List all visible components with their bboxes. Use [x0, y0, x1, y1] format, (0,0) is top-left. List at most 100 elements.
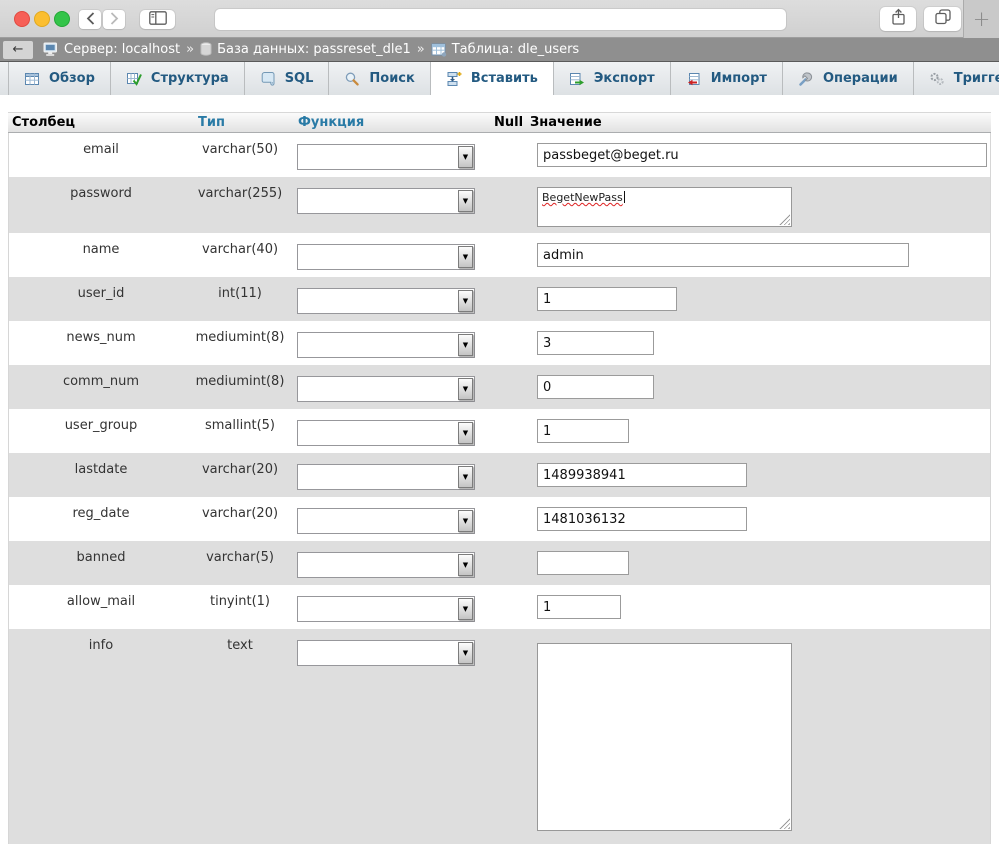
function-select-reg_date[interactable]: ▼	[297, 508, 475, 534]
browser-forward-button[interactable]	[103, 10, 125, 29]
field-type-banned: varchar(5)	[206, 550, 274, 565]
header-function[interactable]: Функция	[292, 115, 492, 130]
tab-browse[interactable]: Обзор	[8, 62, 111, 95]
function-select-info[interactable]: ▼	[297, 640, 475, 666]
server-icon	[43, 42, 59, 57]
null-cell	[493, 277, 531, 321]
value-input-user_group[interactable]	[537, 419, 629, 443]
breadcrumb-server-label: Сервер: localhost	[64, 42, 181, 57]
function-select-news_num[interactable]: ▼	[297, 332, 475, 358]
minimize-window-button[interactable]	[34, 11, 50, 27]
tab-label: Вставить	[470, 71, 538, 86]
function-select-banned[interactable]: ▼	[297, 552, 475, 578]
value-input-news_num[interactable]	[537, 331, 654, 355]
breadcrumb-database-label: База данных: passreset_dle1	[217, 42, 411, 57]
breadcrumb-back-button[interactable]: ←	[3, 40, 33, 59]
search-icon	[344, 71, 360, 87]
field-type-news_num: mediumint(8)	[195, 330, 285, 345]
breadcrumb-server[interactable]: Сервер: localhost	[43, 42, 180, 57]
table-icon	[431, 43, 447, 57]
tab-search[interactable]: Поиск	[329, 62, 431, 95]
null-cell	[493, 541, 531, 585]
select-arrow-icon: ▼	[458, 554, 473, 576]
field-type-lastdate: varchar(20)	[201, 462, 279, 477]
function-select-email[interactable]: ▼	[297, 144, 475, 170]
value-input-reg_date[interactable]	[537, 507, 747, 531]
header-value: Значение	[530, 115, 602, 130]
field-row-info: info text ▼	[9, 629, 990, 844]
field-row-comm_num: comm_num mediumint(8) ▼	[9, 365, 990, 409]
breadcrumb-database[interactable]: База данных: passreset_dle1	[200, 42, 411, 57]
function-select-password[interactable]: ▼	[297, 188, 475, 214]
value-input-comm_num[interactable]	[537, 375, 654, 399]
structure-icon	[126, 71, 142, 87]
field-type-name: varchar(40)	[201, 242, 279, 257]
field-row-user_id: user_id int(11) ▼	[9, 277, 990, 321]
value-textarea-info[interactable]	[537, 643, 792, 831]
function-select-allow_mail[interactable]: ▼	[297, 596, 475, 622]
field-row-news_num: news_num mediumint(8) ▼	[9, 321, 990, 365]
tab-operations[interactable]: Операции	[783, 62, 914, 95]
value-input-email[interactable]	[537, 143, 987, 167]
tab-triggers[interactable]: Триггеры	[914, 62, 999, 95]
value-input-user_id[interactable]	[537, 287, 677, 311]
new-tab-button[interactable]: +	[963, 0, 999, 38]
field-name-user_id: user_id	[77, 286, 125, 301]
select-arrow-icon: ▼	[458, 334, 473, 356]
breadcrumb-table[interactable]: Таблица: dle_users	[431, 42, 580, 57]
value-input-lastdate[interactable]	[537, 463, 747, 487]
field-name-reg_date: reg_date	[72, 506, 130, 521]
browser-back-button[interactable]	[79, 10, 101, 29]
field-row-email: email varchar(50) ▼	[9, 133, 990, 177]
tab-label: Операции	[822, 71, 898, 86]
address-bar[interactable]	[215, 9, 786, 30]
select-arrow-icon: ▼	[458, 510, 473, 532]
breadcrumb-separator: »	[416, 42, 425, 57]
select-arrow-icon: ▼	[458, 422, 473, 444]
triggers-icon	[929, 71, 945, 87]
close-window-button[interactable]	[14, 11, 30, 27]
tab-insert[interactable]: Вставить	[430, 62, 554, 95]
select-arrow-icon: ▼	[458, 190, 473, 212]
tab-overview-button[interactable]	[924, 7, 961, 31]
field-name-email: email	[83, 142, 119, 157]
field-name-user_group: user_group	[64, 418, 138, 433]
maximize-window-button[interactable]	[54, 11, 70, 27]
value-input-name[interactable]	[537, 243, 909, 267]
null-cell	[493, 321, 531, 365]
share-button[interactable]	[880, 7, 916, 31]
value-input-banned[interactable]	[537, 551, 629, 575]
tab-label: Обзор	[49, 71, 95, 86]
field-row-name: name varchar(40) ▼	[9, 233, 990, 277]
operations-icon	[798, 71, 814, 87]
breadcrumb-table-label: Таблица: dle_users	[451, 42, 580, 57]
tab-structure[interactable]: Структура	[111, 62, 245, 95]
sidebar-toggle-button[interactable]	[140, 10, 175, 29]
function-select-user_id[interactable]: ▼	[297, 288, 475, 314]
tabs-overview-icon	[934, 9, 951, 29]
null-cell	[493, 453, 531, 497]
null-cell	[493, 365, 531, 409]
select-arrow-icon: ▼	[458, 642, 473, 664]
chevron-left-icon	[86, 10, 95, 29]
select-arrow-icon: ▼	[458, 290, 473, 312]
value-textarea-password[interactable]: BegetNewPass	[537, 187, 792, 227]
sidebar-icon	[148, 10, 167, 29]
header-type[interactable]: Тип	[192, 115, 292, 130]
function-select-comm_num[interactable]: ▼	[297, 376, 475, 402]
function-select-user_group[interactable]: ▼	[297, 420, 475, 446]
tab-sql[interactable]: SQL	[245, 62, 330, 95]
tab-label: Структура	[150, 71, 229, 86]
field-row-reg_date: reg_date varchar(20) ▼	[9, 497, 990, 541]
field-type-comm_num: mediumint(8)	[195, 374, 285, 389]
function-select-name[interactable]: ▼	[297, 244, 475, 270]
breadcrumb-separator: »	[186, 42, 195, 57]
header-null: Null	[494, 115, 524, 130]
insert-icon	[446, 71, 462, 87]
tab-import[interactable]: Импорт	[671, 62, 783, 95]
function-select-lastdate[interactable]: ▼	[297, 464, 475, 490]
value-input-allow_mail[interactable]	[537, 595, 621, 619]
textarea-text: BegetNewPass	[542, 191, 623, 204]
import-icon	[686, 71, 702, 87]
tab-export[interactable]: Экспорт	[554, 62, 671, 95]
